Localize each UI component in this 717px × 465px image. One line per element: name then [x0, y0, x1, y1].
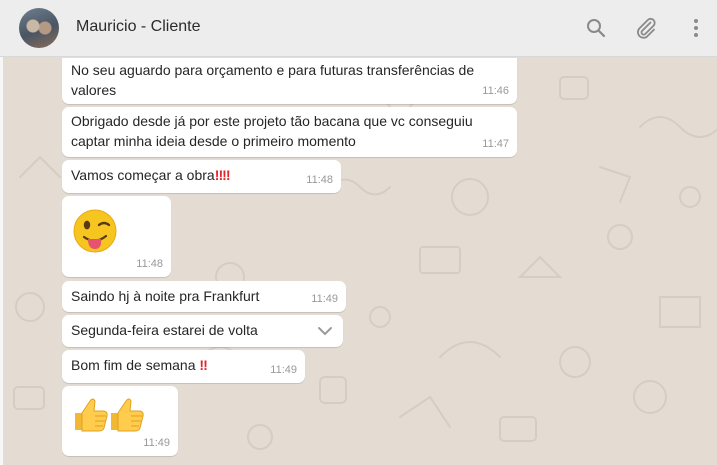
message-line: Vamos começar a obra [71, 167, 215, 183]
menu-icon[interactable] [684, 16, 708, 40]
chat-header: Mauricio - Cliente [0, 0, 717, 57]
message-line: captar minha ideia desde o primeiro mome… [71, 133, 356, 149]
message-text: Segunda-feira estarei de volta [71, 322, 258, 338]
message-bubble[interactable]: 11:48 [62, 196, 171, 277]
message-bubble[interactable]: Vamos começar a obra‼‼ 11:48 [62, 160, 341, 193]
message-line: Obrigado desde já por este projeto tão b… [71, 113, 473, 129]
message-time: 11:48 [306, 174, 333, 186]
message-bubble[interactable]: 11:49 [62, 386, 178, 456]
message-line: No seu aguardo para orçamento e para fut… [71, 62, 475, 78]
message-time: 11:49 [270, 364, 297, 376]
message-bubble[interactable]: Segunda-feira estarei de volta [62, 315, 343, 347]
winking-face-tongue-emoji [73, 209, 117, 253]
message-text: Bom fim de semana ‼ [71, 355, 208, 375]
message-text: Obrigado desde já por este projeto tão b… [71, 111, 473, 151]
message-bubble[interactable]: No seu aguardo para orçamento e para fut… [62, 58, 517, 104]
panel-divider [0, 57, 3, 465]
attach-icon[interactable] [634, 16, 658, 40]
double-exclamation-emoji: ‼ [199, 357, 208, 373]
search-icon[interactable] [584, 16, 608, 40]
message-time: 11:48 [136, 258, 163, 270]
message-bubble[interactable]: Obrigado desde já por este projeto tão b… [62, 107, 517, 157]
contact-name[interactable]: Mauricio - Cliente [76, 18, 200, 36]
message-time: 11:46 [482, 85, 509, 97]
message-bubble[interactable]: Saindo hj à noite pra Frankfurt 11:49 [62, 281, 346, 312]
message-text: Vamos começar a obra‼‼ [71, 165, 231, 185]
message-time: 11:49 [311, 293, 338, 305]
message-line: valores [71, 82, 117, 98]
chevron-down-icon[interactable] [317, 324, 333, 338]
message-text: Saindo hj à noite pra Frankfurt [71, 288, 260, 304]
message-time: 11:49 [143, 437, 170, 449]
message-bubble[interactable]: Bom fim de semana ‼ 11:49 [62, 350, 305, 383]
avatar[interactable] [19, 8, 59, 48]
thumbs-up-emoji [75, 398, 144, 432]
message-line: Bom fim de semana [71, 357, 196, 373]
message-time: 11:47 [482, 138, 509, 150]
double-exclamation-emoji: ‼‼ [214, 167, 231, 183]
message-text: No seu aguardo para orçamento e para fut… [71, 60, 474, 100]
